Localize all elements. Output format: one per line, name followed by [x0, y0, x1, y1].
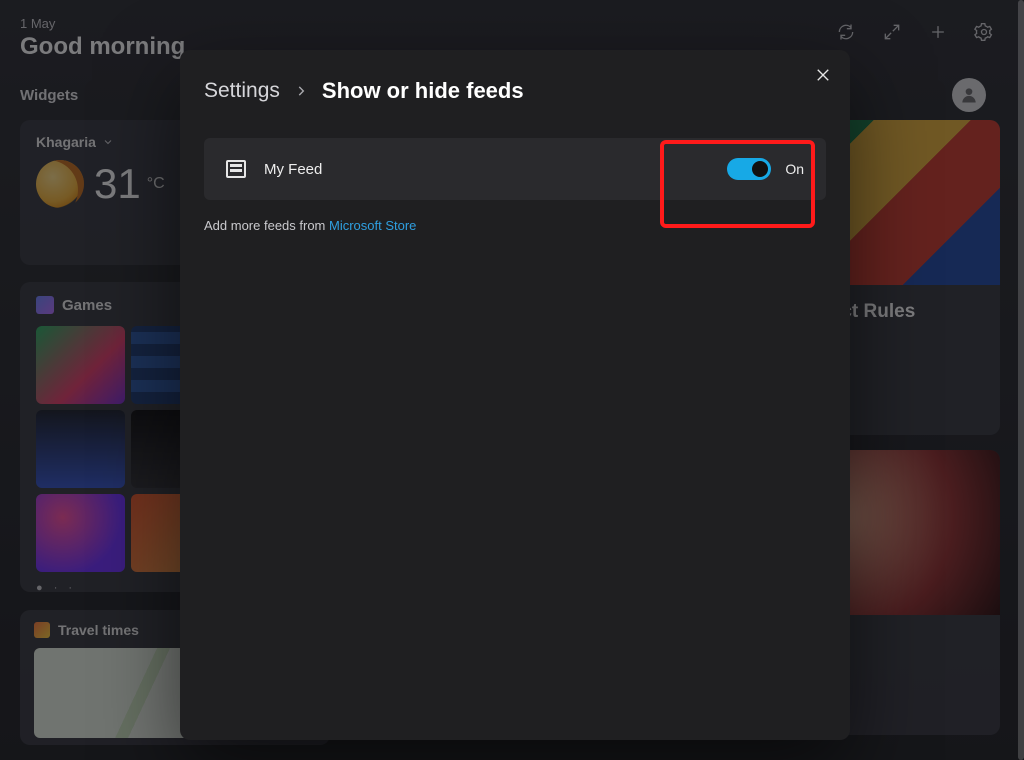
avatar[interactable]: [952, 78, 986, 112]
chevron-down-icon: [102, 136, 114, 148]
game-tile[interactable]: [36, 494, 125, 572]
close-icon: [814, 66, 832, 84]
weather-temp: 31: [94, 160, 141, 208]
breadcrumb: Settings Show or hide feeds: [204, 78, 826, 104]
feed-label: My Feed: [264, 161, 322, 178]
add-widget-icon[interactable]: [928, 22, 948, 47]
game-tile[interactable]: [36, 410, 125, 488]
breadcrumb-current: Show or hide feeds: [322, 78, 524, 104]
travel-title: Travel times: [58, 622, 139, 638]
microsoft-store-link[interactable]: Microsoft Store: [329, 218, 416, 233]
chevron-right-icon: [294, 84, 308, 98]
breadcrumb-root[interactable]: Settings: [204, 79, 280, 103]
weather-unit: °C: [147, 175, 165, 193]
weather-location-text: Khagaria: [36, 134, 96, 150]
add-more-prefix: Add more feeds from: [204, 218, 329, 233]
weather-sun-icon: [36, 160, 84, 208]
games-icon: [36, 296, 54, 314]
travel-icon: [34, 622, 50, 638]
refresh-icon[interactable]: [836, 22, 856, 47]
feed-icon: [226, 160, 246, 178]
scrollbar[interactable]: [1018, 0, 1024, 760]
annotation-highlight: [660, 140, 815, 228]
settings-gear-icon[interactable]: [974, 22, 994, 47]
expand-icon[interactable]: [882, 22, 902, 47]
game-tile[interactable]: [36, 326, 125, 404]
close-button[interactable]: [814, 66, 832, 89]
games-title: Games: [62, 297, 112, 314]
